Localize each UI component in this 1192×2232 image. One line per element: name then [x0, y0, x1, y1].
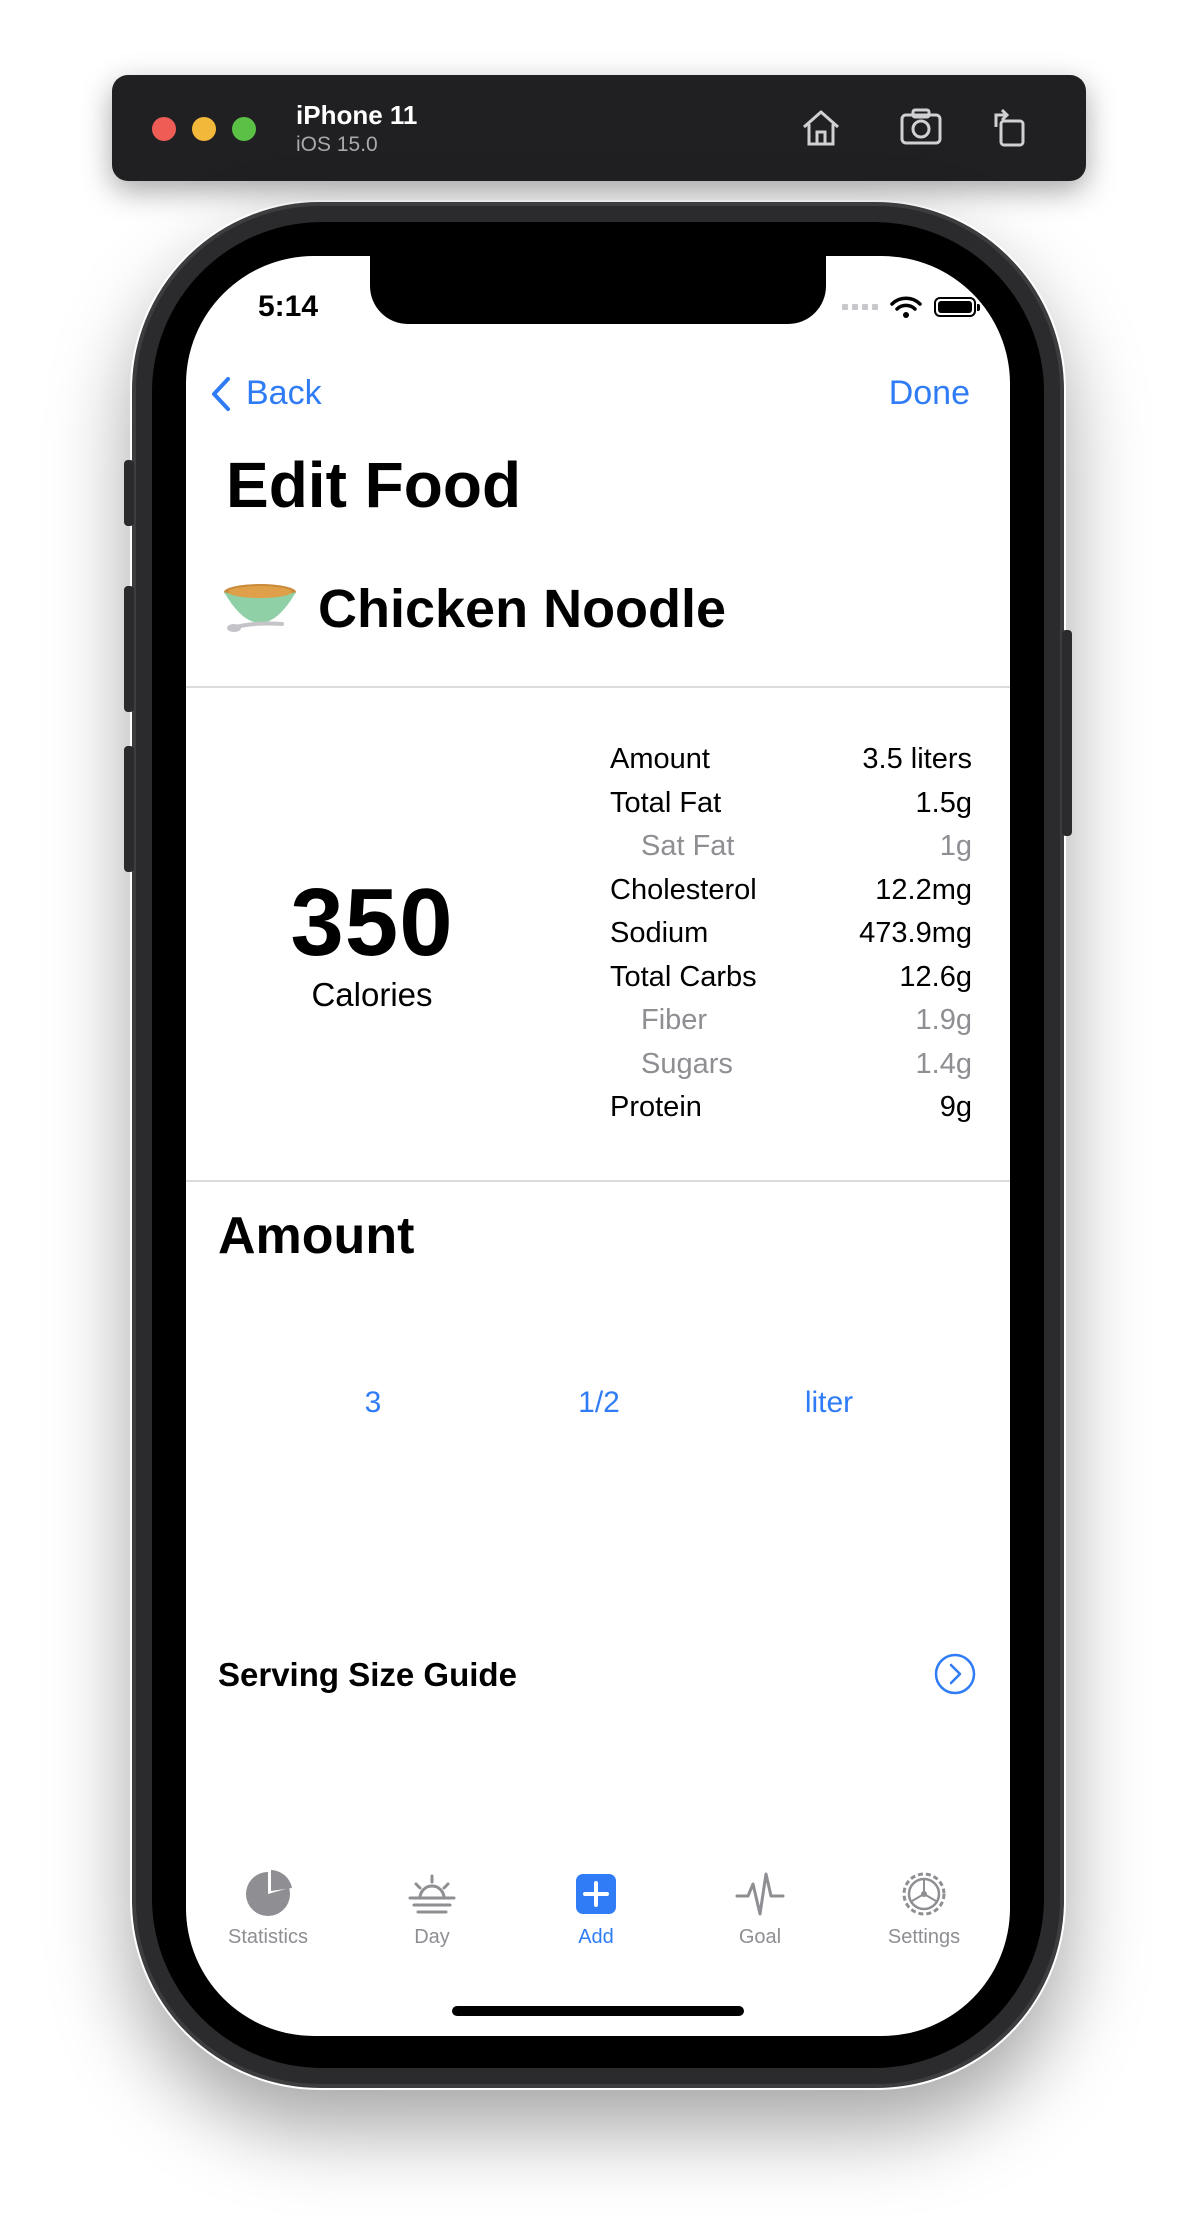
home-indicator[interactable] — [452, 2006, 744, 2016]
plus-square-icon — [576, 1874, 616, 1914]
nutrition-label: Total Carbs — [610, 960, 757, 993]
phone-screen: 5:14 Back Done Edit Food Chicken Noodle … — [186, 256, 1010, 2036]
nutrition-list: Amount 3.5 liters Total Fat 1.5g Sat Fat 1g Ch… — [610, 738, 972, 1130]
power-button — [1062, 630, 1072, 836]
notch — [370, 256, 826, 324]
nutrition-label: Sugars — [641, 1047, 733, 1080]
nutrition-label: Protein — [610, 1091, 702, 1124]
nutrition-value: 3.5 liters — [862, 743, 972, 776]
tab-label: Add — [578, 1926, 614, 1948]
nutrition-label: Total Fat — [610, 786, 722, 819]
food-name: Chicken Noodle — [318, 579, 727, 639]
tab-label: Day — [414, 1926, 450, 1948]
tab-label: Goal — [738, 1926, 782, 1948]
bowl-emoji-icon — [224, 584, 296, 632]
nutrition-value: 9g — [939, 1091, 972, 1124]
tab-settings[interactable]: Settings — [842, 1868, 1006, 1949]
pie-chart-icon — [246, 1870, 292, 1916]
nutrition-value: 473.9mg — [859, 917, 972, 950]
nutrition-label: Fiber — [641, 1004, 708, 1037]
cellular-signal-icon — [842, 304, 878, 310]
nutrition-row: Fiber 1.9g — [610, 999, 972, 1043]
nutrition-row: Cholesterol 12.2mg — [610, 869, 972, 913]
zoom-window-button[interactable] — [232, 117, 256, 141]
amount-whole-picker[interactable]: 3 — [298, 1386, 448, 1420]
gear-icon — [902, 1872, 946, 1916]
status-time: 5:14 — [258, 290, 319, 323]
tab-goal[interactable]: Goal — [678, 1868, 842, 1949]
nutrition-label: Cholesterol — [610, 873, 757, 906]
home-icon[interactable] — [796, 103, 846, 153]
amount-unit-picker[interactable]: liter — [754, 1386, 904, 1420]
simulator-toolbar: iPhone 11 iOS 15.0 — [112, 75, 1086, 181]
volume-down-button — [124, 746, 134, 872]
page-title: Edit Food — [226, 449, 522, 521]
nutrition-row: Total Carbs 12.6g — [610, 956, 972, 1000]
nutrition-value: 1.9g — [915, 1004, 972, 1037]
close-window-button[interactable] — [152, 117, 176, 141]
wifi-icon — [890, 296, 922, 318]
nutrition-label: Sat Fat — [641, 830, 735, 863]
amount-section-title: Amount — [218, 1207, 415, 1265]
tab-bar: Statistics Day Add Goal Settings — [186, 1868, 1010, 1978]
minimize-window-button[interactable] — [192, 117, 216, 141]
tab-statistics[interactable]: Statistics — [186, 1868, 350, 1949]
tab-label: Statistics — [227, 1926, 309, 1948]
nutrition-value: 1.4g — [915, 1047, 972, 1080]
serving-size-guide-button[interactable] — [934, 1653, 976, 1695]
nutrition-label: Sodium — [610, 917, 709, 950]
nutrition-row: Sodium 473.9mg — [610, 912, 972, 956]
nutrition-label: Amount — [610, 743, 710, 776]
calories-label: Calories — [311, 976, 433, 1013]
food-header: Chicken Noodle — [222, 578, 726, 640]
divider — [186, 686, 1010, 688]
tab-day[interactable]: Day — [350, 1868, 514, 1949]
nutrition-value: 1.5g — [915, 786, 972, 819]
waveform-icon — [735, 1872, 785, 1916]
back-button-label: Back — [246, 374, 322, 412]
calories-value: 350 — [290, 869, 454, 976]
rotate-icon[interactable] — [986, 103, 1036, 153]
sunrise-icon — [408, 1874, 456, 1914]
done-button[interactable]: Done — [889, 374, 970, 413]
simulator-os-version: iOS 15.0 — [296, 133, 378, 156]
nutrition-row: Amount 3.5 liters — [610, 738, 972, 782]
nutrition-row: Total Fat 1.5g — [610, 782, 972, 826]
tab-add[interactable]: Add — [514, 1868, 678, 1949]
divider — [186, 1180, 1010, 1182]
status-indicators — [842, 292, 980, 322]
volume-up-button — [124, 586, 134, 712]
simulator-device-name: iPhone 11 — [296, 100, 418, 130]
battery-icon — [934, 297, 980, 317]
nutrition-value: 1g — [939, 830, 972, 863]
screenshot-icon[interactable] — [896, 103, 946, 153]
tab-label: Settings — [887, 1926, 961, 1948]
ringer-switch — [124, 460, 134, 526]
serving-size-guide-label[interactable]: Serving Size Guide — [218, 1656, 517, 1694]
nutrition-row: Sugars 1.4g — [610, 1043, 972, 1087]
nutrition-value: 12.2mg — [875, 873, 972, 906]
nutrition-row: Sat Fat 1g — [610, 825, 972, 869]
chevron-right-circle-icon — [934, 1653, 976, 1695]
chevron-left-icon — [212, 376, 230, 411]
nutrition-row: Protein 9g — [610, 1086, 972, 1130]
nutrition-value: 12.6g — [899, 960, 972, 993]
amount-fraction-picker[interactable]: 1/2 — [524, 1386, 674, 1420]
back-button[interactable]: Back — [210, 374, 322, 413]
